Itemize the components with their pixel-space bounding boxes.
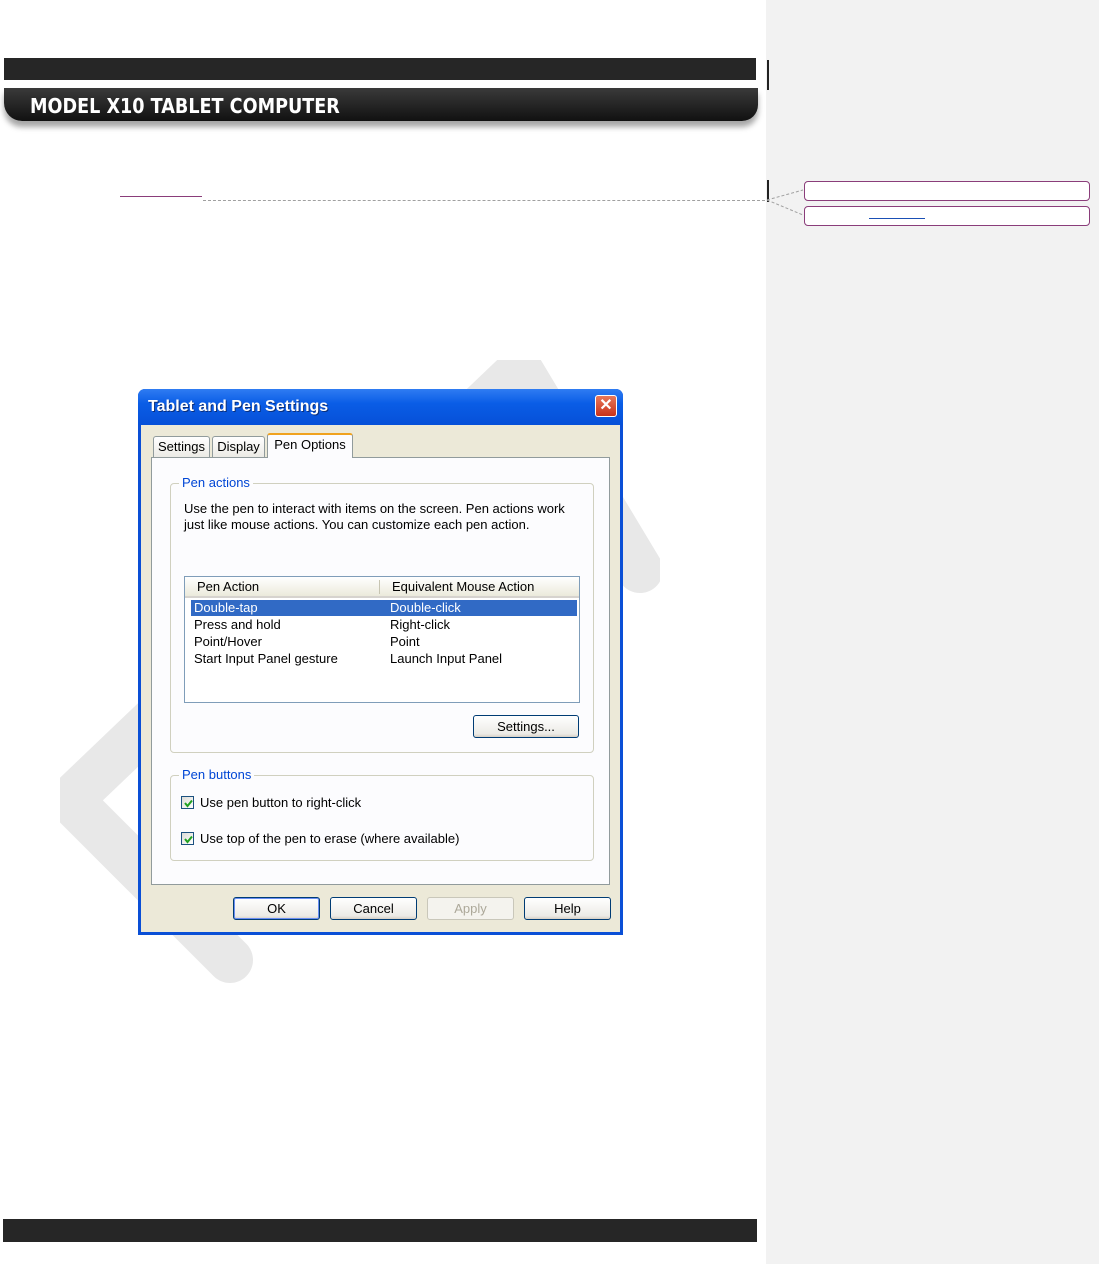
dialog-title: Tablet and Pen Settings [148, 398, 329, 415]
column-header-mouse-action[interactable]: Equivalent Mouse Action [392, 579, 534, 594]
erase-label: Use top of the pen to erase (where avail… [200, 831, 460, 846]
checkmark-icon [184, 799, 193, 808]
erase-checkbox[interactable] [181, 832, 194, 845]
change-bar [767, 60, 769, 90]
pen-action-cell: Double-tap [194, 600, 258, 615]
comment-link[interactable] [869, 218, 925, 219]
dialog-titlebar[interactable]: Tablet and Pen Settings ✕ [138, 389, 623, 425]
banner-title: MODEL X10 TABLET COMPUTER [30, 94, 340, 118]
pen-action-cell: Point/Hover [194, 634, 262, 649]
pen-action-settings-button[interactable]: Settings... [473, 715, 579, 738]
comment-connector [766, 189, 804, 216]
close-button[interactable]: ✕ [595, 395, 617, 417]
comment-balloon[interactable] [804, 206, 1090, 226]
pen-actions-group: Pen actions Use the pen to interact with… [170, 475, 594, 753]
ok-button[interactable]: OK [233, 897, 320, 920]
pen-buttons-label: Pen buttons [179, 767, 255, 782]
revision-leader-line [203, 200, 765, 201]
right-click-label: Use pen button to right-click [200, 795, 362, 810]
close-icon: ✕ [599, 397, 613, 414]
header-bar [4, 58, 756, 80]
list-item[interactable]: Start Input Panel gesture Launch Input P… [191, 651, 577, 667]
help-button[interactable]: Help [524, 897, 611, 920]
column-divider[interactable] [379, 580, 380, 594]
checkmark-icon [184, 835, 193, 844]
dialog-client: Settings Display Pen Options Pen actions… [141, 425, 620, 932]
list-header: Pen Action Equivalent Mouse Action [185, 577, 579, 598]
tab-settings[interactable]: Settings [153, 436, 210, 457]
tab-panel-pen-options: Pen actions Use the pen to interact with… [151, 457, 610, 885]
mouse-action-cell: Double-click [390, 600, 461, 615]
tab-pen-options[interactable]: Pen Options [267, 433, 353, 458]
pen-action-cell: Press and hold [194, 617, 281, 632]
mouse-action-cell: Launch Input Panel [390, 651, 503, 666]
list-item[interactable]: Double-tap Double-click [191, 600, 577, 616]
pen-buttons-group: Pen buttons Use pen button to right-clic… [170, 767, 594, 861]
pen-actions-description: Use the pen to interact with items on th… [184, 501, 565, 532]
revision-anchor [120, 196, 202, 197]
pen-action-cell: Start Input Panel gesture [194, 651, 338, 666]
footer-bar [3, 1219, 757, 1242]
title-banner: MODEL X10 TABLET COMPUTER [4, 88, 758, 121]
tab-display[interactable]: Display [212, 436, 265, 457]
pen-action-list[interactable]: Pen Action Equivalent Mouse Action Doubl… [184, 576, 580, 703]
column-header-pen-action[interactable]: Pen Action [197, 579, 259, 594]
apply-button[interactable]: Apply [427, 897, 514, 920]
comment-balloon[interactable] [804, 181, 1090, 201]
tablet-pen-settings-dialog: Tablet and Pen Settings ✕ Settings Displ… [138, 389, 623, 935]
mouse-action-cell: Point [390, 634, 420, 649]
cancel-button[interactable]: Cancel [330, 897, 417, 920]
mouse-action-cell: Right-click [390, 617, 450, 632]
list-item[interactable]: Point/Hover Point [191, 634, 577, 650]
pen-actions-label: Pen actions [179, 475, 253, 490]
list-item[interactable]: Press and hold Right-click [191, 617, 577, 633]
right-click-checkbox[interactable] [181, 796, 194, 809]
